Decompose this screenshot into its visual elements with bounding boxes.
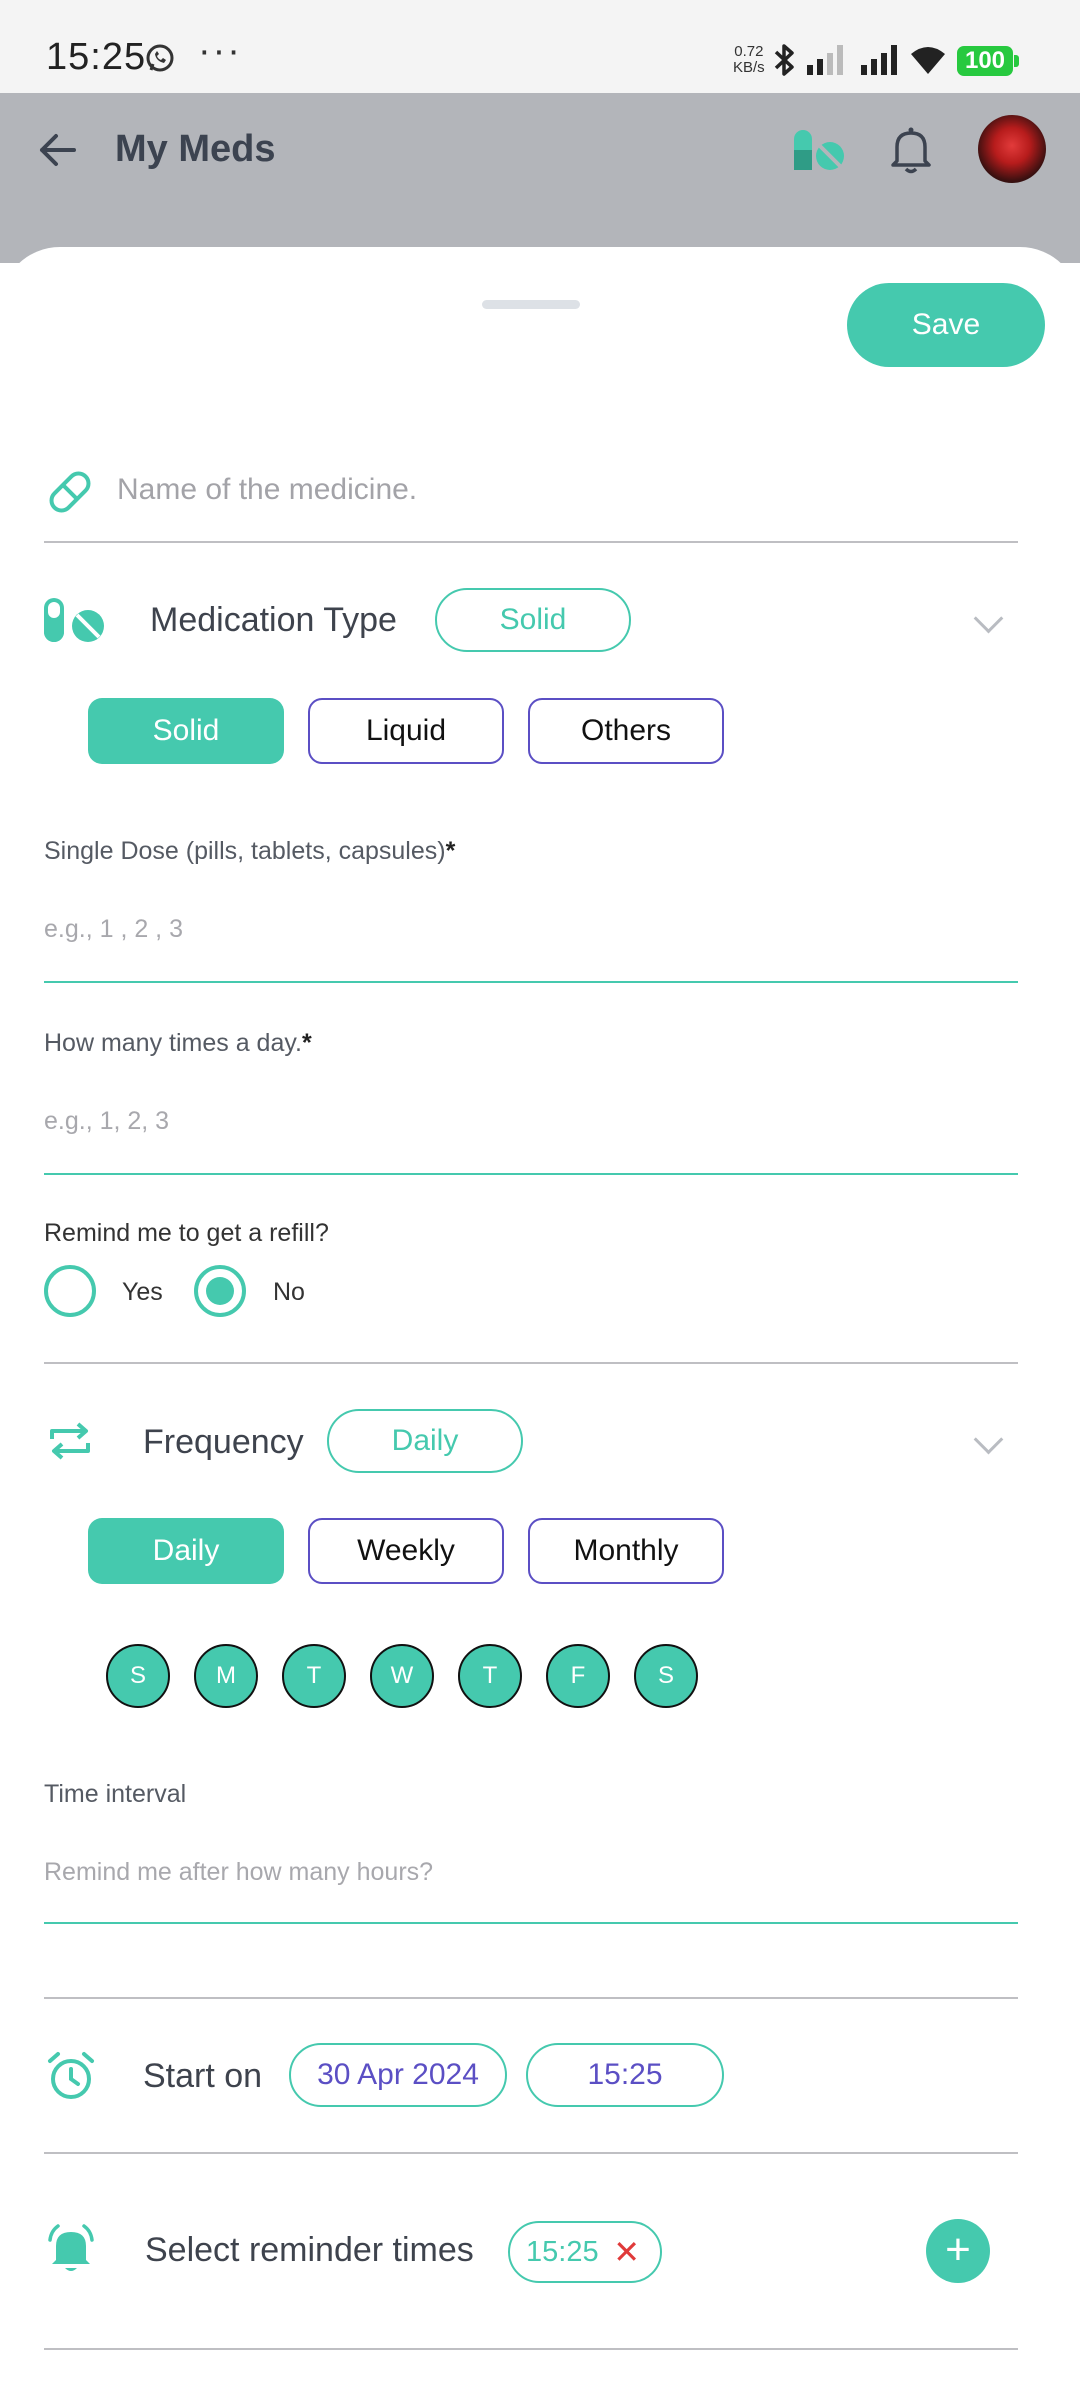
required-mark: * <box>445 837 456 865</box>
network-speed: 0.72 KB/s <box>733 44 765 76</box>
day-wednesday[interactable]: W <box>370 1644 434 1708</box>
whatsapp-icon <box>146 44 174 72</box>
net-speed-unit: KB/s <box>733 59 765 76</box>
day-tuesday[interactable]: T <box>282 1644 346 1708</box>
medication-type-icon <box>44 598 104 642</box>
times-a-day-underline <box>44 1173 1018 1175</box>
day-sunday[interactable]: S <box>106 1644 170 1708</box>
reminder-times-label: Select reminder times <box>145 2231 474 2269</box>
times-a-day-label: How many times a day.* <box>44 1029 312 1058</box>
bell-ringing-icon <box>48 2224 94 2271</box>
repeat-icon <box>50 1422 90 1460</box>
sheet-drag-handle[interactable] <box>482 300 580 309</box>
refill-question: Remind me to get a refill? <box>44 1219 329 1247</box>
refill-yes-label: Yes <box>122 1278 163 1306</box>
refill-no-radio[interactable] <box>194 1265 246 1317</box>
divider <box>44 1997 1018 1999</box>
battery-indicator: 100 <box>957 46 1013 76</box>
refill-no-label: No <box>273 1278 305 1306</box>
reminder-time-chip[interactable]: 15:25 ✕ <box>508 2221 662 2283</box>
refill-yes-radio[interactable] <box>44 1265 96 1317</box>
day-saturday[interactable]: S <box>634 1644 698 1708</box>
frequency-label: Frequency <box>143 1423 304 1461</box>
time-interval-underline <box>44 1922 1018 1924</box>
day-monday[interactable]: M <box>194 1644 258 1708</box>
avatar[interactable] <box>978 115 1046 183</box>
net-speed-value: 0.72 <box>734 43 764 60</box>
capsule-icon <box>49 471 91 513</box>
day-friday[interactable]: F <box>546 1644 610 1708</box>
signal-sim1-icon <box>807 45 843 75</box>
bluetooth-icon <box>774 44 794 76</box>
reminder-time-value: 15:25 <box>526 2236 599 2268</box>
single-dose-label: Single Dose (pills, tablets, capsules)* <box>44 837 455 866</box>
radio-selected-dot <box>206 1277 234 1305</box>
save-button[interactable]: Save <box>847 283 1045 367</box>
app-bar <box>0 93 1080 263</box>
medication-type-option-others[interactable]: Others <box>528 698 724 764</box>
alarm-clock-icon <box>48 2052 94 2099</box>
single-dose-input[interactable]: e.g., 1 , 2 , 3 <box>44 915 183 944</box>
medication-type-selected: Solid <box>435 588 631 652</box>
day-thursday[interactable]: T <box>458 1644 522 1708</box>
required-mark: * <box>301 1029 312 1057</box>
frequency-option-daily[interactable]: Daily <box>88 1518 284 1584</box>
add-reminder-time-button[interactable]: + <box>926 2219 990 2283</box>
signal-sim2-icon <box>861 45 897 75</box>
times-a-day-input[interactable]: e.g., 1, 2, 3 <box>44 1107 169 1136</box>
single-dose-label-text: Single Dose (pills, tablets, capsules) <box>44 837 446 865</box>
start-time-chip[interactable]: 15:25 <box>526 2043 724 2107</box>
divider <box>44 541 1018 543</box>
medication-type-option-solid[interactable]: Solid <box>88 698 284 764</box>
frequency-selected: Daily <box>327 1409 523 1473</box>
bell-icon[interactable] <box>889 125 933 175</box>
back-arrow-icon[interactable] <box>36 128 80 172</box>
status-time: 15:25 <box>46 36 147 78</box>
medicine-name-input[interactable]: Name of the medicine. <box>117 473 417 507</box>
time-interval-label: Time interval <box>44 1780 187 1808</box>
page-title: My Meds <box>115 128 276 170</box>
wifi-icon <box>911 47 945 74</box>
single-dose-underline <box>44 981 1018 983</box>
pills-icon[interactable] <box>792 128 846 172</box>
divider <box>44 2348 1018 2350</box>
medication-type-option-liquid[interactable]: Liquid <box>308 698 504 764</box>
divider <box>44 2152 1018 2154</box>
remove-time-icon[interactable]: ✕ <box>613 2223 640 2281</box>
start-on-label: Start on <box>143 2057 263 2095</box>
time-interval-input[interactable]: Remind me after how many hours? <box>44 1858 433 1887</box>
start-date-chip[interactable]: 30 Apr 2024 <box>289 2043 507 2107</box>
times-a-day-label-text: How many times a day. <box>44 1029 302 1057</box>
frequency-option-monthly[interactable]: Monthly <box>528 1518 724 1584</box>
divider <box>44 1362 1018 1364</box>
battery-tip <box>1014 55 1019 67</box>
more-notifications-icon: ··· <box>198 30 242 72</box>
status-bar: 15:25 ··· 0.72 KB/s 100 <box>0 0 1080 93</box>
medication-type-label: Medication Type <box>150 601 397 639</box>
frequency-option-weekly[interactable]: Weekly <box>308 1518 504 1584</box>
